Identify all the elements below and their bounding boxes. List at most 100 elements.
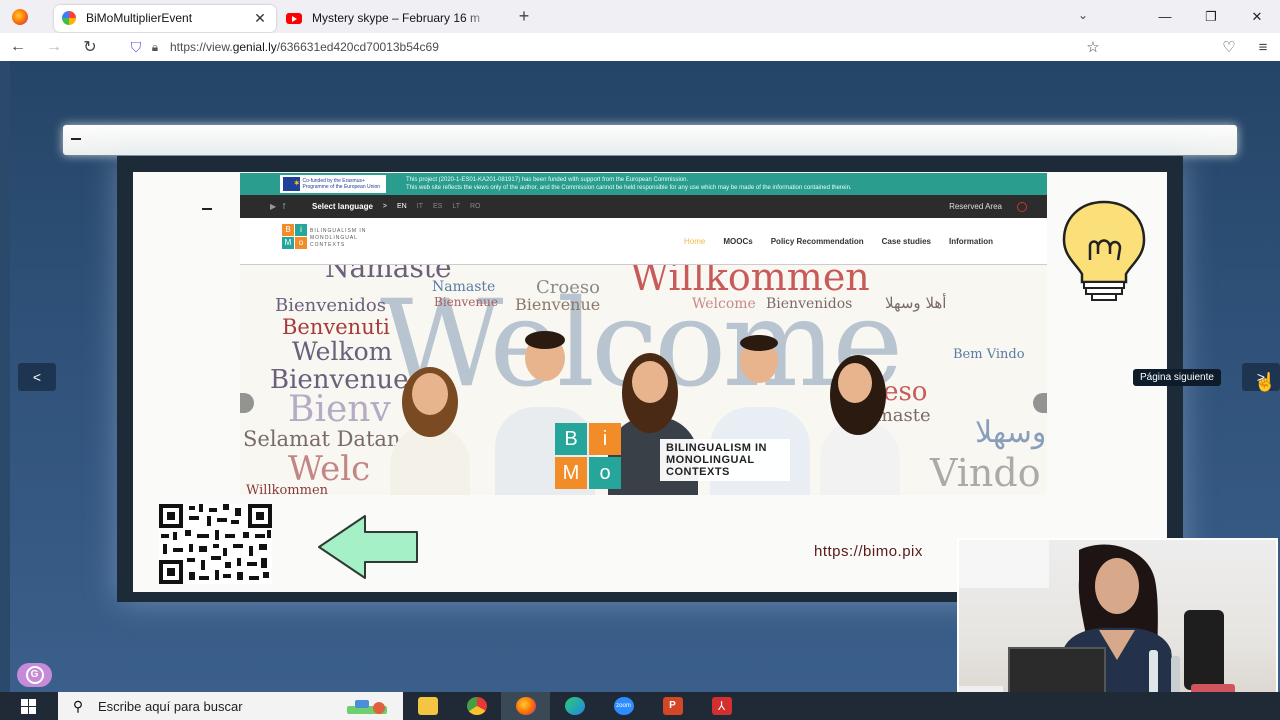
lightbulb-icon — [1062, 200, 1146, 301]
reload-button[interactable]: ↻ — [72, 37, 108, 57]
youtube-icon — [286, 12, 302, 24]
lang-en[interactable]: EN — [397, 203, 407, 210]
logo-letter: B — [282, 224, 294, 236]
powerpoint-icon: P — [662, 697, 683, 715]
hero-word-willkommen: Willkommen — [630, 265, 870, 299]
hero-word-bem-vindo: Bem Vindo — [953, 347, 1025, 362]
powerpoint-app[interactable]: P — [648, 692, 697, 720]
restore-button[interactable]: ❐ — [1188, 9, 1234, 25]
window-controls: — ❐ ✕ — [1142, 0, 1280, 33]
edge-icon — [564, 697, 585, 715]
new-tab-button[interactable]: + — [506, 6, 542, 27]
menu-home[interactable]: Home — [684, 237, 705, 246]
acrobat-icon: ⅄ — [711, 697, 732, 715]
hero-word-bienvenue-small: Bienvenue — [434, 295, 498, 309]
windows-taskbar: ⚲ Escribe aquí para buscar zoom P ⅄ — [0, 692, 1280, 720]
menu-policy[interactable]: Policy Recommendation — [771, 237, 864, 246]
search-placeholder: Escribe aquí para buscar — [98, 698, 243, 714]
file-explorer-app[interactable] — [403, 692, 452, 720]
taskbar-search[interactable]: ⚲ Escribe aquí para buscar — [58, 692, 403, 720]
app-menu-icon[interactable]: ≡ — [1246, 39, 1280, 56]
bimo-link[interactable]: https://bimo.pix — [814, 543, 923, 560]
url-path: /636631ed420cd70013b54c69 — [276, 40, 439, 54]
person — [740, 335, 778, 351]
person — [525, 331, 565, 349]
zoom-app[interactable]: zoom — [599, 692, 648, 720]
url-prefix: https://view. — [170, 40, 233, 54]
firefox-app[interactable] — [501, 692, 550, 720]
lang-it[interactable]: IT — [417, 203, 423, 210]
pocket-icon[interactable]: ♡ — [1212, 38, 1246, 56]
lang-lt[interactable]: LT — [452, 203, 460, 210]
hero-word-willkommen-small: Willkommen — [246, 483, 329, 495]
eu-disclaimer: This project (2020-1-ES01-KA201-081917) … — [406, 176, 852, 192]
hero-image: Welcome Willkommen Namaste Namaste Bienv… — [240, 265, 1047, 495]
menu-case-studies[interactable]: Case studies — [882, 237, 931, 246]
bimo-logo-large: B i M o — [555, 423, 621, 489]
person — [412, 373, 448, 415]
navigation-bar: ← → ↻ ⛉ 🔒︎ https://view.genial.ly/636631… — [0, 33, 1280, 61]
logo-letter: B — [555, 423, 587, 455]
tracking-protection-shield-icon[interactable]: ⛉ — [128, 39, 144, 56]
url-host: genial.ly — [232, 40, 277, 54]
url-bar[interactable]: https://view.genial.ly/636631ed420cd7001… — [170, 40, 1076, 54]
acrobat-app[interactable]: ⅄ — [697, 692, 746, 720]
hero-word-bienv: Bienv — [288, 389, 391, 430]
hero-word-welcome-small: Welcome — [692, 296, 756, 312]
site-menu: Home MOOCs Policy Recommendation Case st… — [684, 237, 993, 246]
lock-icon[interactable]: 🔒︎ — [144, 40, 166, 55]
logo-letter: i — [589, 423, 621, 455]
webcam-video — [957, 538, 1278, 716]
slide-frame: Co-funded by the Erasmus+ Programme of t… — [117, 156, 1183, 602]
firefox-menu-button[interactable] — [0, 0, 40, 33]
lang-arrow: > — [382, 203, 388, 210]
site-navigation: B i M o BILINGUALISM IN MONOLINGUAL CONT… — [240, 218, 1047, 265]
reserved-area-link[interactable]: Reserved Area — [949, 202, 1002, 211]
genially-g-icon: G — [25, 666, 44, 684]
logo-letter: M — [555, 457, 587, 489]
slide-canvas: Co-funded by the Erasmus+ Programme of t… — [133, 172, 1167, 592]
close-tab-icon[interactable]: ✕ — [252, 10, 268, 27]
hero-word-arabic: أهلا وسهلا — [885, 294, 947, 312]
lang-es[interactable]: ES — [433, 203, 442, 210]
genially-icon — [62, 11, 76, 25]
hero-word-selamat: Selamat Datang — [243, 427, 414, 451]
eu-funding-bar: Co-funded by the Erasmus+ Programme of t… — [240, 173, 1047, 195]
hero-word-namaste-small: Namaste — [432, 279, 496, 295]
lang-ro[interactable]: RO — [470, 203, 481, 210]
next-page-tooltip: Página siguiente — [1133, 369, 1221, 386]
presenter-video — [959, 540, 1276, 714]
hero-word-benvenuti: Benvenuti — [282, 315, 390, 339]
forward-button[interactable]: → — [36, 38, 72, 56]
hero-word-arabic-2: أهلا وسهلا — [975, 415, 1047, 450]
dash-mark — [202, 208, 212, 210]
minimize-button[interactable]: — — [1142, 9, 1188, 24]
back-button[interactable]: ← — [0, 38, 36, 56]
person — [838, 363, 872, 403]
language-bar: ▶ f Select language > EN IT ES LT RO Res… — [240, 195, 1047, 218]
chrome-icon — [466, 697, 487, 715]
eu-logo-text: Co-funded by the Erasmus+ Programme of t… — [302, 178, 381, 190]
close-window-button[interactable]: ✕ — [1234, 9, 1280, 25]
hero-prev-arrow[interactable] — [240, 393, 254, 413]
tab-mystery-skype[interactable]: Mystery skype – February 16 m — [278, 5, 500, 32]
search-highlight-icon — [347, 700, 387, 714]
tab-bimo[interactable]: BiMoMultiplierEvent ✕ — [54, 4, 276, 32]
start-button[interactable] — [0, 692, 56, 720]
list-tabs-chevron-icon[interactable]: ⌄ — [1078, 8, 1088, 22]
eu-logo: Co-funded by the Erasmus+ Programme of t… — [280, 175, 386, 193]
bookmark-star-icon[interactable]: ☆ — [1076, 38, 1110, 56]
power-icon — [1017, 201, 1027, 212]
youtube-social-icon[interactable]: ▶ f — [270, 202, 300, 211]
firefox-icon — [12, 8, 28, 25]
menu-moocs[interactable]: MOOCs — [723, 237, 752, 246]
folder-icon — [417, 697, 438, 715]
select-language-label: Select language — [312, 202, 373, 211]
menu-information[interactable]: Information — [949, 237, 993, 246]
previous-page-button[interactable]: < — [18, 363, 56, 391]
edge-app[interactable] — [550, 692, 599, 720]
genially-button[interactable]: G — [17, 663, 52, 687]
zoom-icon: zoom — [613, 697, 634, 715]
hero-next-arrow[interactable] — [1033, 393, 1047, 413]
chrome-app[interactable] — [452, 692, 501, 720]
